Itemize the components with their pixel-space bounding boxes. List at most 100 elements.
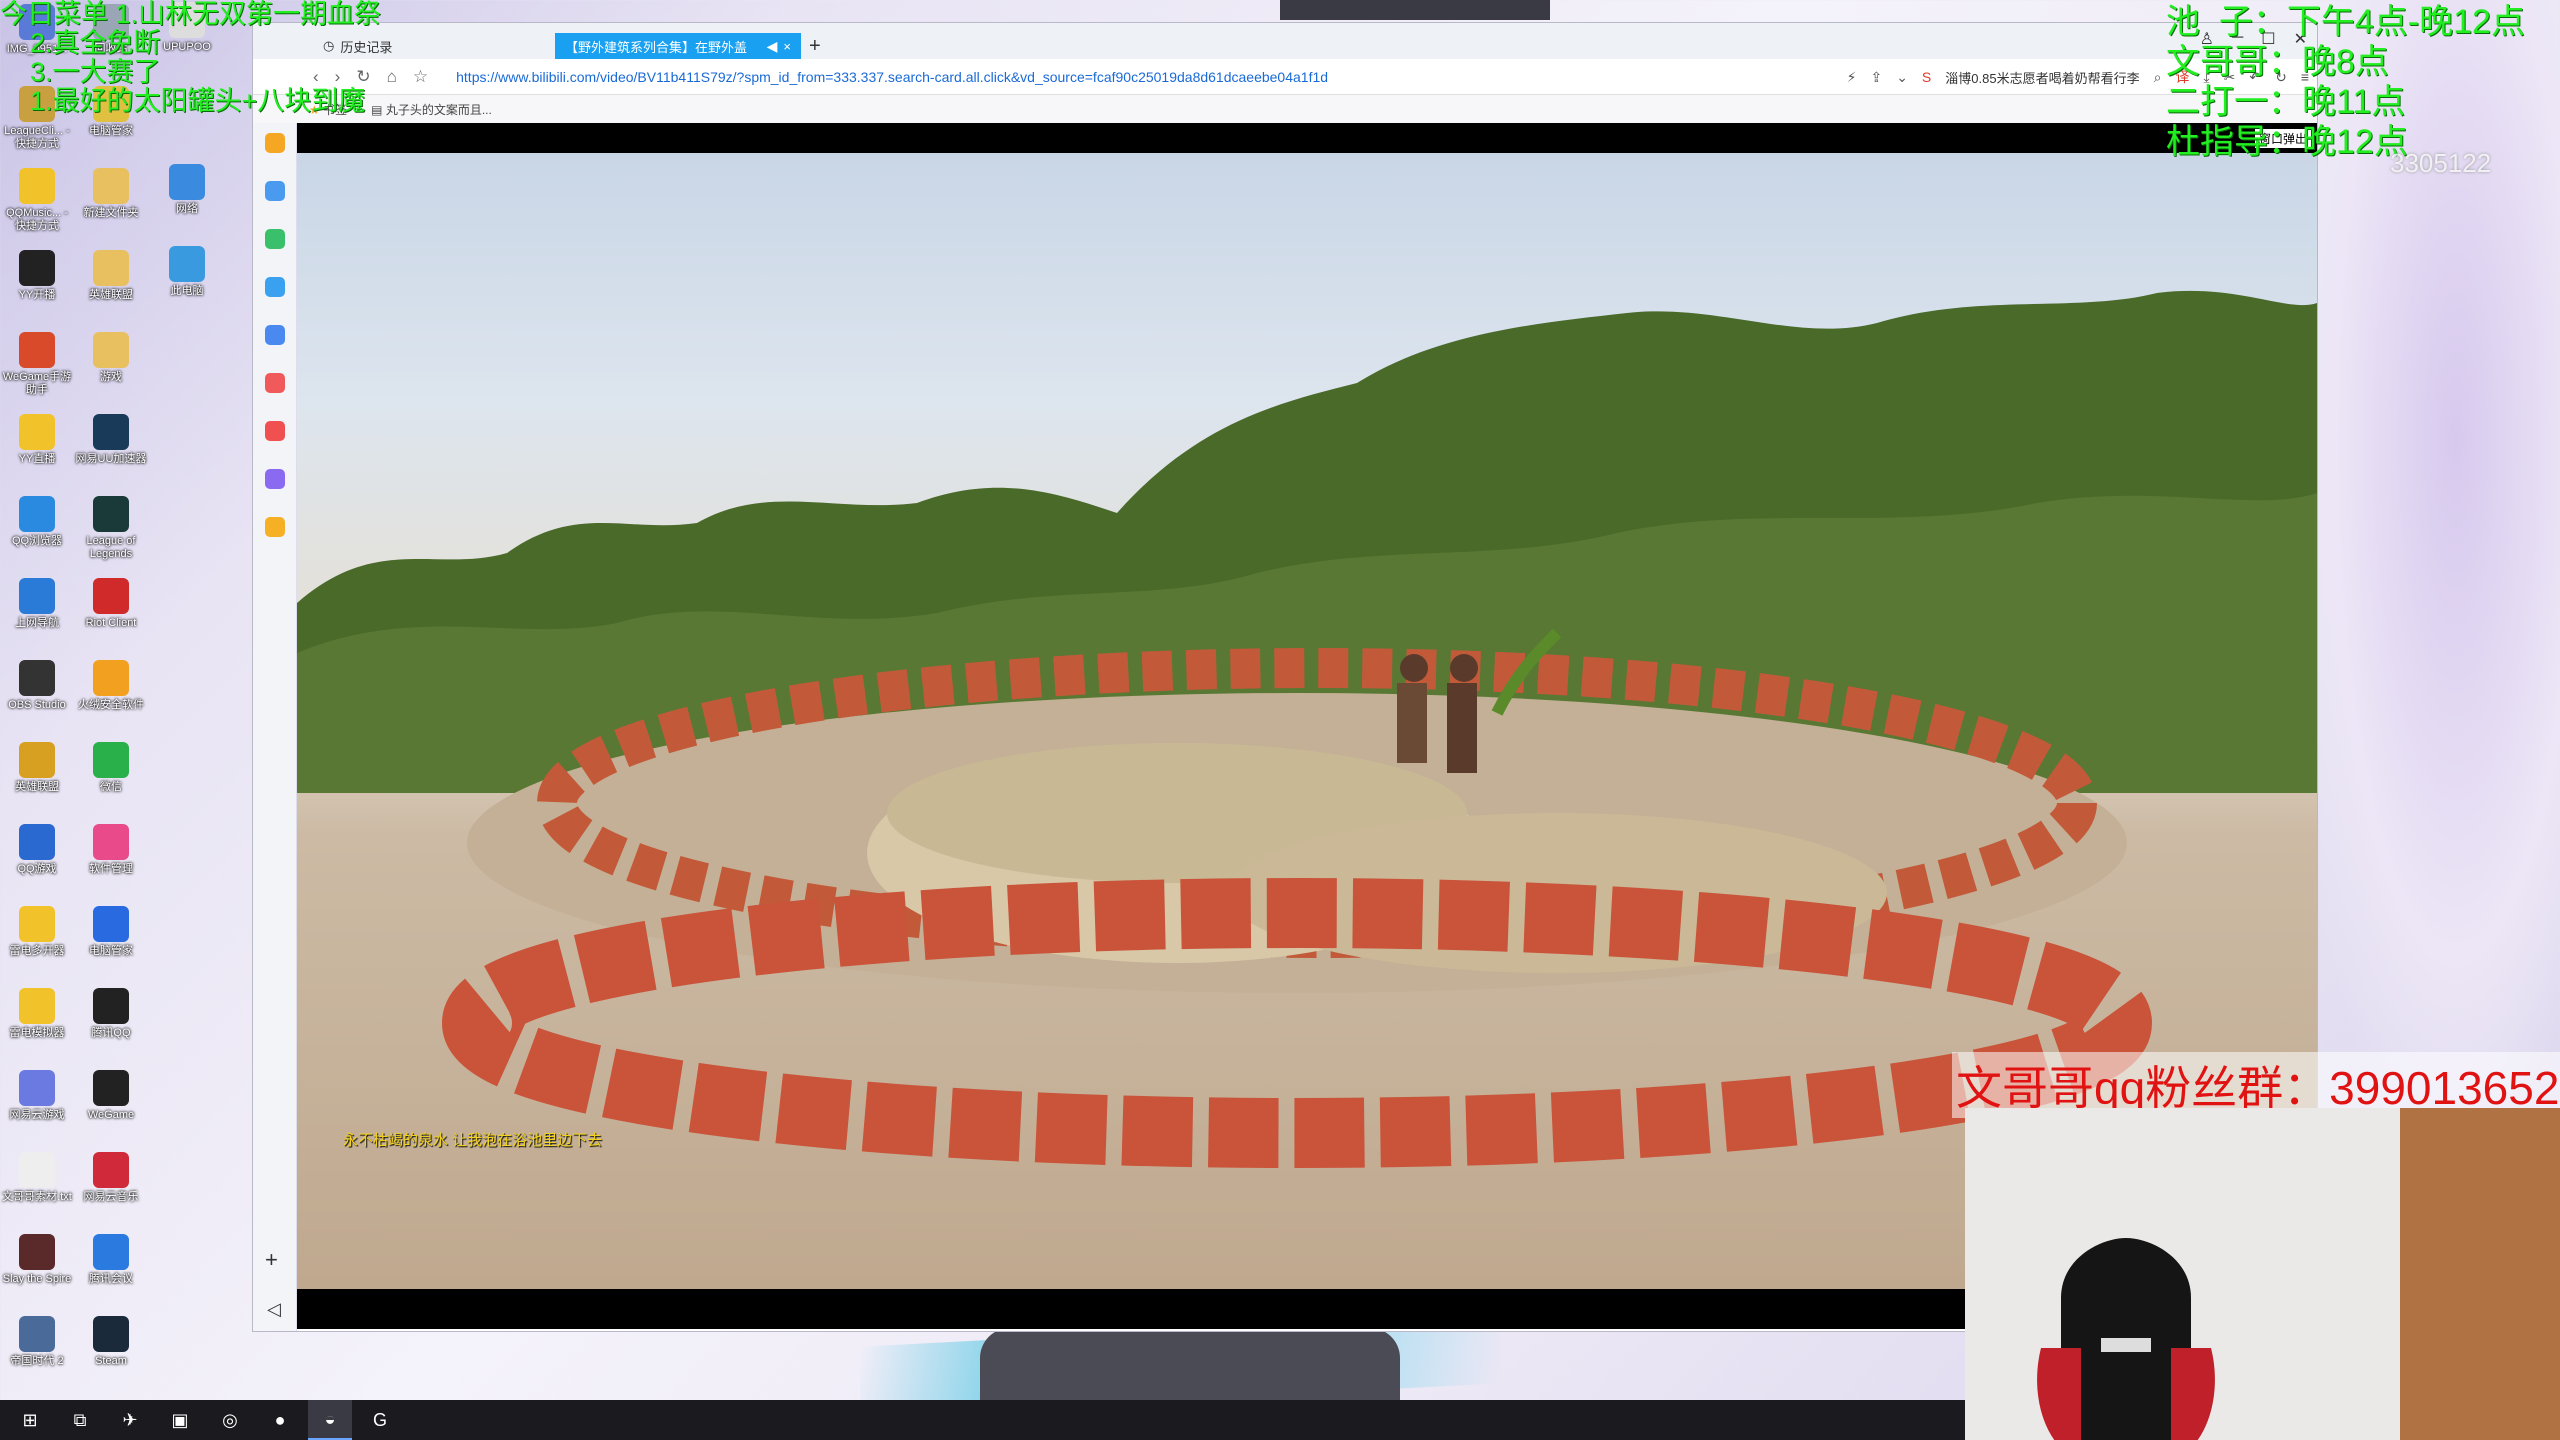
desktop-icon-label: 网易云音乐 <box>83 1191 139 1203</box>
app-icon <box>19 332 55 368</box>
desktop-icon[interactable]: 网易UU加速器 <box>74 414 148 466</box>
taskbar-app-g[interactable]: G <box>358 1400 402 1440</box>
sound-icon[interactable]: ◀ <box>767 38 778 55</box>
app-icon <box>169 246 205 282</box>
taskbar: ⊞ ⧉ ✈ ▣ ◎ ● ◒ G <box>0 1400 1965 1440</box>
app-icon <box>19 250 55 286</box>
app-icon <box>19 824 55 860</box>
desktop-icon[interactable]: WeGame <box>74 1070 148 1122</box>
app-icon <box>19 168 55 204</box>
desktop-icon[interactable]: 雷电多开器 <box>0 906 74 958</box>
tab-label: 【野外建筑系列合集】在野外盖 <box>565 39 748 55</box>
taskbar-app-wechat[interactable]: ● <box>258 1400 302 1440</box>
desktop-icon[interactable]: 上网导航 <box>0 578 74 630</box>
desktop-icon[interactable]: 此电脑 <box>150 246 224 298</box>
desktop-icon[interactable]: League of Legends <box>74 496 148 560</box>
desktop-icon[interactable]: 电脑管家 <box>74 906 148 958</box>
desktop-icon[interactable]: 软件管理 <box>74 824 148 876</box>
desktop-icon[interactable]: 帝国时代 2 <box>0 1316 74 1368</box>
desktop-icon[interactable]: Riot Client <box>74 578 148 630</box>
browser-titlebar: ◷ 历史记录 【野外建筑系列合集】在野外盖 ◀ × + ♙ ─ ☐ ✕ <box>253 23 2317 59</box>
desktop-icon[interactable]: 英雄联盟 <box>74 250 148 302</box>
desktop-icon[interactable]: 雷电模拟器 <box>0 988 74 1040</box>
gaming-chair-art <box>2037 1238 2215 1440</box>
add-sidebar-button[interactable]: + <box>265 1247 278 1273</box>
desktop-icon[interactable]: Slay the Spire <box>0 1234 74 1286</box>
wechat-icon[interactable] <box>265 229 285 249</box>
desktop-icon[interactable]: QQ浏览器 <box>0 496 74 548</box>
chevron-down-icon[interactable]: ⌄ <box>1896 69 1908 86</box>
close-icon[interactable]: × <box>783 39 791 54</box>
desktop-icon-label: League of Legends <box>86 535 136 560</box>
search-engine-icon[interactable]: S <box>1922 69 1931 85</box>
screenshot-icon[interactable] <box>265 373 285 393</box>
edit-icon[interactable] <box>265 469 285 489</box>
taskbar-app-browser[interactable]: ◒ <box>308 1400 352 1440</box>
lightning-icon[interactable]: ⚡ <box>1847 69 1857 86</box>
desktop-icon[interactable]: QQ游戏 <box>0 824 74 876</box>
app-icon <box>19 742 55 778</box>
favorites-icon[interactable] <box>265 133 285 153</box>
desktop-icon-label: 此电脑 <box>170 285 204 297</box>
desktop-icon[interactable]: 文哥哥素材.txt <box>0 1152 74 1204</box>
desktop-icon[interactable]: 网络 <box>150 164 224 216</box>
app-icon <box>93 1316 129 1352</box>
desktop-icon-label: 英雄联盟 <box>15 781 59 793</box>
taskbar-start-button[interactable]: ⊞ <box>8 1400 52 1440</box>
desktop-icon[interactable]: OBS Studio <box>0 660 74 712</box>
app-icon <box>93 414 129 450</box>
desktop-icon-label: 新建文件夹 <box>83 207 139 219</box>
taskbar-app-file[interactable]: ▣ <box>158 1400 202 1440</box>
home-button[interactable]: ⌂ <box>387 67 397 87</box>
desktop-icon-label: 火绒安全软件 <box>78 699 144 711</box>
desktop-icon-label: 雷电模拟器 <box>9 1027 65 1039</box>
desktop-icon[interactable]: WeGame手游助手 <box>0 332 74 396</box>
history-icon[interactable] <box>265 181 285 201</box>
pdf-icon[interactable] <box>265 421 285 441</box>
desktop-icon[interactable]: Steam <box>74 1316 148 1368</box>
desktop-icon-label: QQ浏览器 <box>11 535 63 547</box>
desktop-icon[interactable]: 英雄联盟 <box>0 742 74 794</box>
new-tab-button[interactable]: + <box>809 35 821 58</box>
app-icon <box>93 578 129 614</box>
send-icon[interactable] <box>265 277 285 297</box>
desktop-icon[interactable]: 游戏 <box>74 332 148 384</box>
cloud-icon[interactable] <box>265 325 285 345</box>
app-icon <box>19 496 55 532</box>
search-input[interactable]: 淄博0.85米志愿者喝着奶帮看行李 <box>1945 68 2139 87</box>
desktop-icon-label: 帝国时代 2 <box>10 1355 64 1367</box>
taskbar-app-pin[interactable]: ✈ <box>108 1400 152 1440</box>
desktop-icon[interactable]: YY开播 <box>0 250 74 302</box>
desktop-icon[interactable]: YY直播 <box>0 414 74 466</box>
bookmark-item[interactable]: ▤ 丸子头的文案而且... <box>371 101 492 118</box>
app-icon <box>19 1070 55 1106</box>
desktop-icon[interactable]: 腾讯QQ <box>74 988 148 1040</box>
desktop-icon-label: 软件管理 <box>89 863 133 875</box>
desktop-icon-label: 腾讯会议 <box>89 1273 133 1285</box>
desktop-icon-label: 网易云游戏 <box>9 1109 65 1121</box>
desktop-icon[interactable]: 腾讯会议 <box>74 1234 148 1286</box>
taskbar-app-yy[interactable]: ◎ <box>208 1400 252 1440</box>
search-tool-icon[interactable] <box>265 517 285 537</box>
desktop-icon[interactable]: QQMusic... - 快捷方式 <box>0 168 74 232</box>
url-field[interactable]: https://www.bilibili.com/video/BV11b411S… <box>456 69 1328 85</box>
share-icon[interactable]: ⇪ <box>1870 69 1882 86</box>
desktop-icon[interactable]: 新建文件夹 <box>74 168 148 220</box>
desktop-icon[interactable]: 微信 <box>74 742 148 794</box>
desktop-icon-label: Steam <box>95 1355 127 1367</box>
desktop-icon[interactable]: 火绒安全软件 <box>74 660 148 712</box>
taskbar-task-view[interactable]: ⧉ <box>58 1400 102 1440</box>
bookmarks-bar: ★ 书签 ▤ 丸子头的文案而且... <box>253 95 2317 123</box>
search-icon[interactable]: ⌕ <box>2154 69 2162 86</box>
desktop-icon[interactable]: 网易云游戏 <box>0 1070 74 1122</box>
menu-overlay: 今日菜单 1.山林无双第一期血祭 2.真全免断 3.一大赛了 1.最好的太阳罐头… <box>0 0 382 116</box>
app-icon <box>19 578 55 614</box>
collapse-sidebar-button[interactable]: ◁ <box>267 1299 281 1320</box>
tab-video[interactable]: 【野外建筑系列合集】在野外盖 ◀ × <box>555 33 801 59</box>
desktop-icon-label: 雷电多开器 <box>9 945 65 957</box>
star-icon[interactable]: ☆ <box>413 67 428 87</box>
desktop-icon-label: QQ游戏 <box>17 863 57 875</box>
desktop-icon[interactable]: 网易云音乐 <box>74 1152 148 1204</box>
video-subtitle: 永不枯竭的泉水 让我泡在浴池里边下去 <box>343 1132 603 1149</box>
bookmark-label: 丸子头的文案而且... <box>385 102 492 117</box>
